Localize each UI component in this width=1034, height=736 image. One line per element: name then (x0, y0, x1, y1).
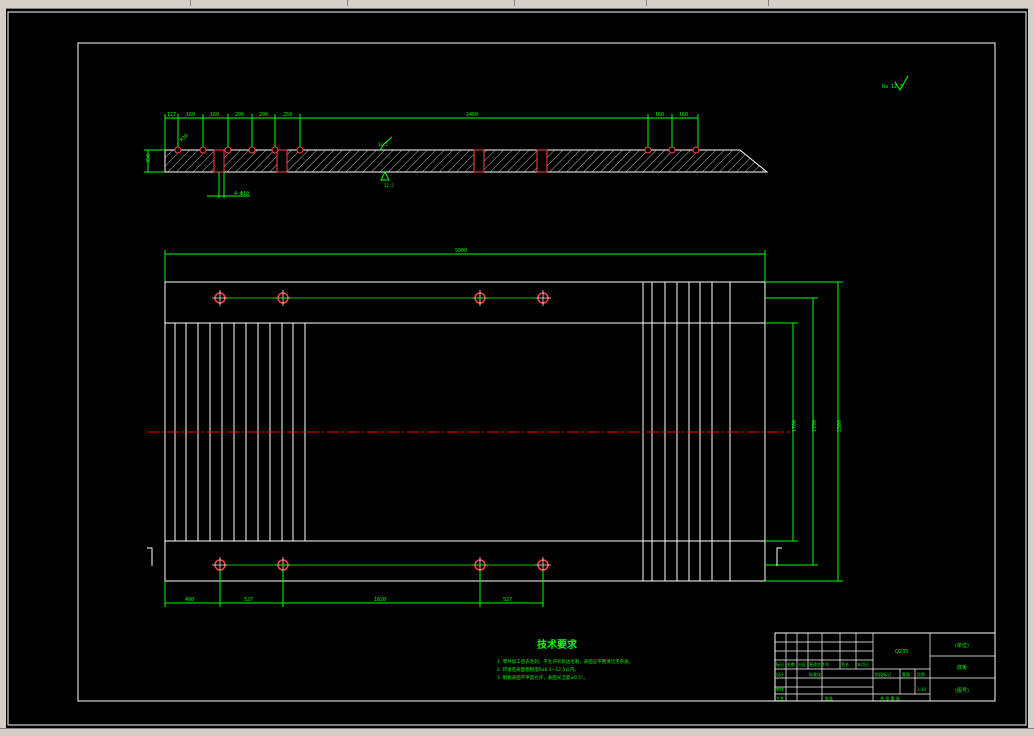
section-mark (776, 547, 782, 566)
side-slot (473, 149, 485, 173)
title-block-label: 分区 (798, 661, 806, 667)
tech-requirements: 技术要求 1. 零件加工后去毛刺，不允许有锐边毛刺，表面应平整清洁无杂质。 2.… (497, 638, 633, 681)
side-dim-text: 160 (655, 112, 664, 118)
title-block-label: 阶段标记 (875, 671, 891, 677)
title-block-label: 标准化 (809, 671, 821, 677)
surface-roughness-icon: Ra 12.5 (882, 75, 909, 91)
title-block-label: 批准 (825, 695, 833, 701)
title-block-label: 更改文件号 (809, 661, 829, 667)
part-name-text: 底板 (957, 664, 967, 671)
right-dim-text: 2300 (837, 420, 843, 432)
scale-text: 1:10 (917, 687, 926, 692)
section-mark (147, 547, 153, 566)
tech-req-title: 技术要求 (537, 638, 578, 651)
title-block-label: 处数 (787, 661, 795, 667)
right-dim-text: 1990 (812, 420, 818, 432)
side-dim-text: 2460 (466, 112, 478, 118)
side-dim-text: 160 (186, 112, 195, 118)
side-slot (213, 149, 225, 173)
height-dim-text: 350 (146, 154, 152, 163)
roughness-corner-text: Ra 12.5 (882, 84, 903, 90)
title-block-label: 工艺 (776, 696, 784, 701)
roughness-top-text: 12.5 (378, 142, 388, 147)
drawing-frame (77, 42, 996, 702)
title-block-label: 重量 (902, 671, 910, 677)
title-block-label: 审核 (776, 686, 784, 692)
plan-view: 5000 1700 1990 2300 400 527 1620 527 (147, 248, 843, 607)
hole-note: 4-Φ10 (234, 191, 249, 197)
side-dim-text: 200 (259, 112, 268, 118)
drawing-no-text: (图号) (955, 688, 969, 694)
top-hole-mark (174, 146, 182, 154)
tech-req-item: 3. 钢板表面不平度允许，表面光洁度≤0.5°。 (497, 674, 588, 681)
top-hole-mark (644, 146, 652, 154)
title-block-label: 年月日 (857, 661, 869, 667)
title-block-label: 比例 (917, 671, 925, 677)
side-dim-text: 200 (235, 112, 244, 118)
top-hole-mark (271, 146, 279, 154)
roughness-bottom-icon (380, 170, 390, 181)
top-hole-mark (248, 146, 256, 154)
title-block: 标记 处数 分区 更改文件号 签名 年月日 设计 标准化 阶段标记 重量 比例 … (774, 632, 996, 702)
angle-note: R30 (179, 133, 190, 144)
overall-width-text: 5000 (455, 248, 467, 254)
side-dim-text: 160 (679, 112, 688, 118)
side-dim-text: 250 (283, 112, 292, 118)
viewport-border (7, 11, 1027, 726)
side-dim-text: 127 (167, 112, 176, 118)
side-slot (536, 149, 548, 173)
tech-req-item: 2. 焊接后表面粗糙度Ra6.3~12.5以内。 (497, 666, 579, 673)
side-slot (276, 149, 288, 173)
right-dim-text: 1700 (792, 420, 798, 432)
title-block-label: 标记 (776, 661, 784, 667)
org-text: (单位) (955, 642, 969, 649)
material-text: Q235 (895, 649, 908, 655)
title-block-label: 设计 (776, 671, 784, 677)
top-hole-mark (692, 146, 700, 154)
bottom-dim-text: 1620 (374, 597, 386, 603)
bottom-dim-text: 400 (185, 597, 194, 603)
bottom-dim-text: 527 (244, 597, 253, 603)
side-dim-text: 160 (210, 112, 219, 118)
top-hole-mark (224, 146, 232, 154)
title-block-label: 签名 (841, 661, 849, 667)
roughness-bottom-text: 12.5 (384, 183, 394, 188)
sheet-text: 共 张 第 张 (880, 695, 900, 701)
top-hole-mark (296, 146, 304, 154)
cad-drawing-canvas[interactable]: Ra 12.5 127 160 160 200 200 250 2460 160… (0, 0, 1034, 735)
top-hole-mark (199, 146, 207, 154)
side-view: 127 160 160 200 200 250 2460 160 160 R30… (144, 112, 769, 198)
top-hole-mark (668, 146, 676, 154)
tech-req-item: 1. 零件加工后去毛刺，不允许有锐边毛刺，表面应平整清洁无杂质。 (497, 658, 633, 665)
bottom-dim-text: 527 (503, 597, 512, 603)
